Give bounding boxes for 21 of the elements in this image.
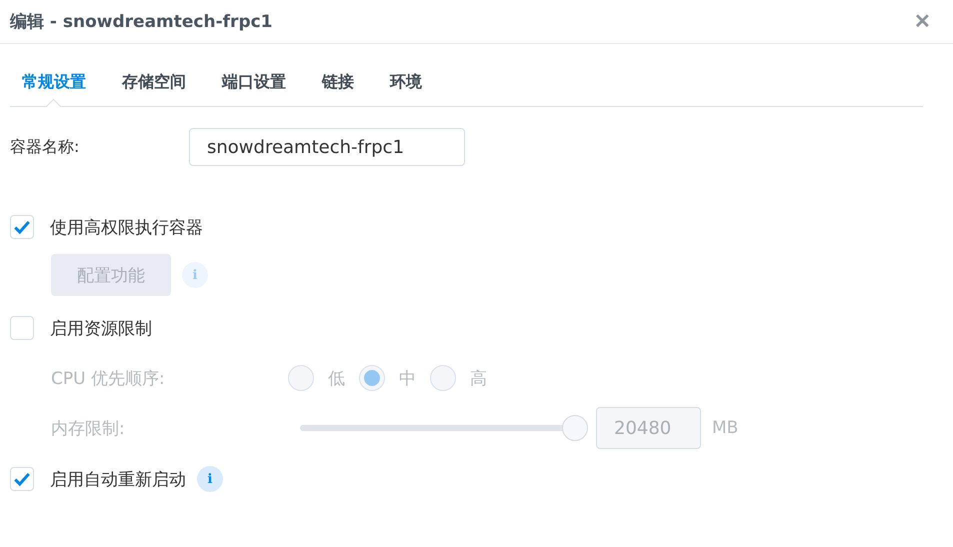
window-title: 编辑 - snowdreamtech-frpc1 (10, 11, 273, 33)
checkbox-label: 使用高权限执行容器 (50, 216, 203, 238)
tab[interactable]: 端口设置 (211, 66, 297, 106)
checkbox[interactable] (10, 215, 34, 239)
unit-label: MB (712, 418, 738, 438)
info-icon[interactable]: i (197, 466, 223, 492)
tab[interactable]: 存储空间 (111, 66, 197, 106)
field-label: 容器名称: (10, 136, 80, 158)
radio-label: 中 (399, 368, 416, 390)
field-label: CPU 优先顺序: (51, 368, 166, 390)
checkbox[interactable] (10, 467, 34, 491)
radio-label: 高 (470, 368, 487, 390)
radio-label: 低 (328, 368, 345, 390)
checkbox[interactable] (10, 316, 34, 340)
tab[interactable]: 链接 (311, 66, 365, 106)
checkbox-label: 启用自动重新启动 (50, 468, 186, 490)
tab[interactable]: 环境 (379, 66, 433, 106)
field-label: 内存限制: (51, 418, 126, 440)
checkbox-label: 启用资源限制 (50, 318, 152, 340)
input-field[interactable]: snowdreamtech-frpc1 (189, 128, 465, 166)
close-button[interactable]: ✕ (914, 9, 931, 34)
